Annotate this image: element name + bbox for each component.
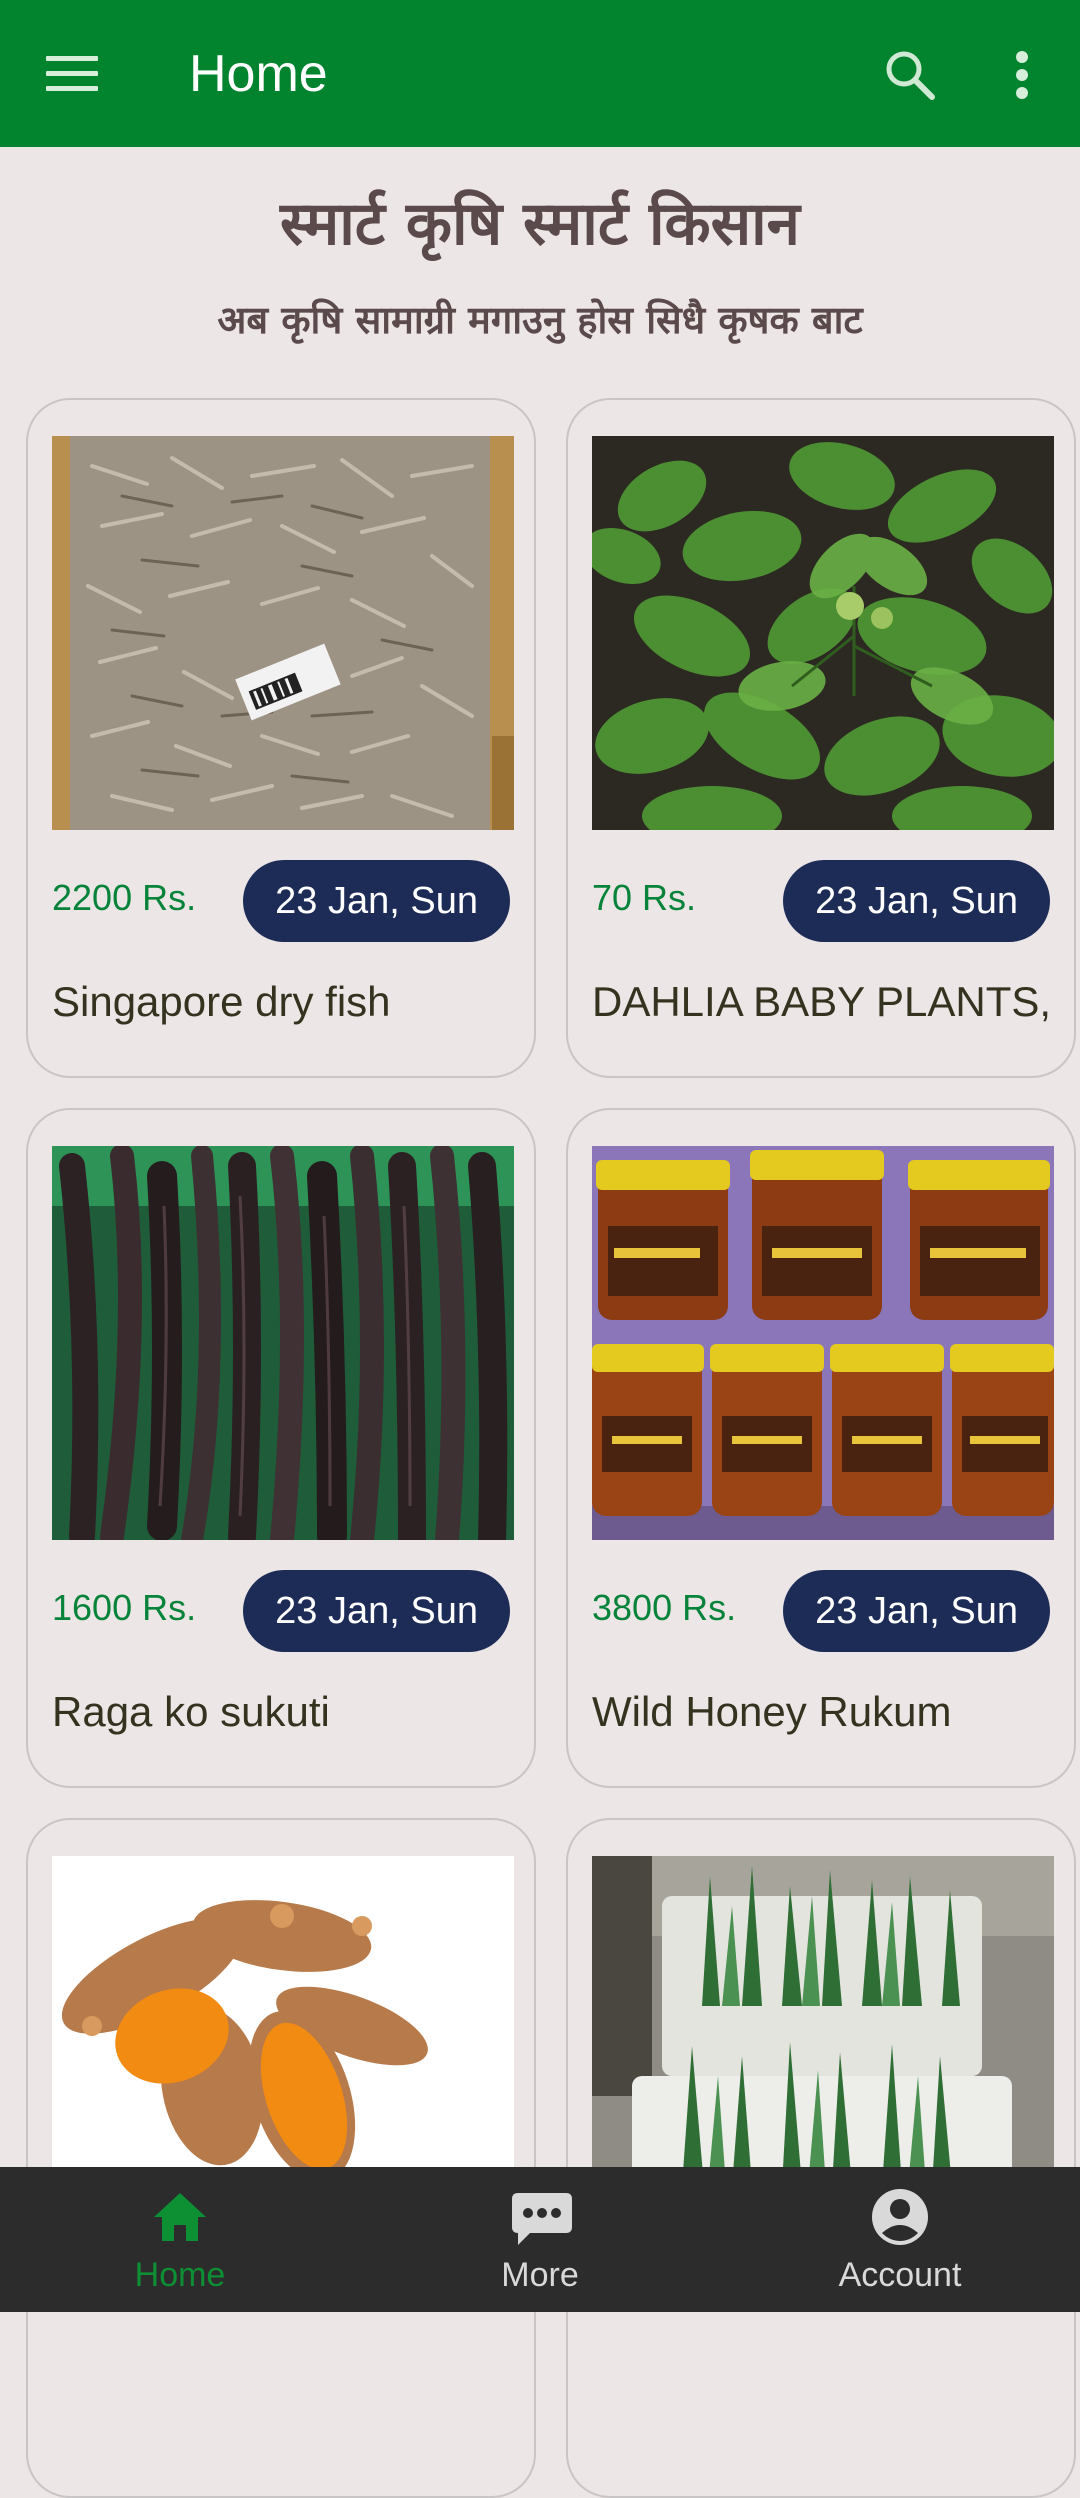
page-title: Home — [189, 45, 328, 103]
nav-item-more[interactable]: More — [360, 2167, 720, 2312]
product-date-badge: 23 Jan, Sun — [243, 1570, 510, 1652]
account-circle-icon — [870, 2187, 930, 2247]
product-image-dahlia-plants — [592, 436, 1054, 830]
product-price: 1600 Rs. — [52, 1587, 197, 1628]
bottom-navigation: Home More Account — [0, 2167, 1080, 2312]
product-card[interactable]: 70 Rs. 23 Jan, Sun DAHLIA BABY PLANTS, — [566, 398, 1076, 1078]
product-date-badge: 23 Jan, Sun — [783, 1570, 1050, 1652]
product-price: 2200 Rs. — [52, 877, 197, 918]
hamburger-menu-icon[interactable] — [40, 42, 104, 106]
product-date-badge: 23 Jan, Sun — [783, 860, 1050, 942]
product-date-badge: 23 Jan, Sun — [243, 860, 510, 942]
product-name: DAHLIA BABY PLANTS, — [592, 978, 1052, 1025]
product-card[interactable]: 3800 Rs. 23 Jan, Sun Wild Honey Rukum — [566, 1108, 1076, 1788]
nav-label-account: Account — [838, 2256, 962, 2294]
nav-label-home: Home — [134, 2256, 226, 2294]
product-name: Wild Honey Rukum — [592, 1688, 952, 1735]
product-card[interactable]: 1600 Rs. 23 Jan, Sun Raga ko sukuti — [26, 1108, 536, 1788]
sub-heading: अब कृषि सामाग्री मगाउनु होस सिधै कृषक बा… — [217, 298, 863, 342]
nav-label-more: More — [501, 2256, 579, 2294]
product-card[interactable] — [26, 1818, 536, 2498]
nav-item-account[interactable]: Account — [720, 2167, 1080, 2312]
nav-item-home[interactable]: Home — [0, 2167, 360, 2312]
product-name: Singapore dry fish — [52, 978, 391, 1025]
app-bar: Home — [0, 0, 1080, 147]
product-name: Raga ko sukuti — [52, 1688, 330, 1735]
search-icon[interactable] — [875, 40, 945, 110]
product-price: 70 Rs. — [592, 877, 697, 918]
chat-bubble-icon — [510, 2187, 572, 2247]
product-card[interactable] — [566, 1818, 1076, 2498]
product-image-dry-fish — [52, 436, 514, 830]
product-image-honey-jars — [592, 1146, 1054, 1540]
product-card[interactable]: 2200 Rs. 23 Jan, Sun Singapore dry fish — [26, 398, 536, 1078]
main-heading: स्मार्ट कृषि स्मार्ट किसान — [280, 189, 800, 259]
home-icon — [150, 2187, 210, 2247]
more-vert-icon[interactable] — [1002, 40, 1042, 110]
product-price: 3800 Rs. — [592, 1587, 737, 1628]
product-image-sukuti — [52, 1146, 514, 1540]
